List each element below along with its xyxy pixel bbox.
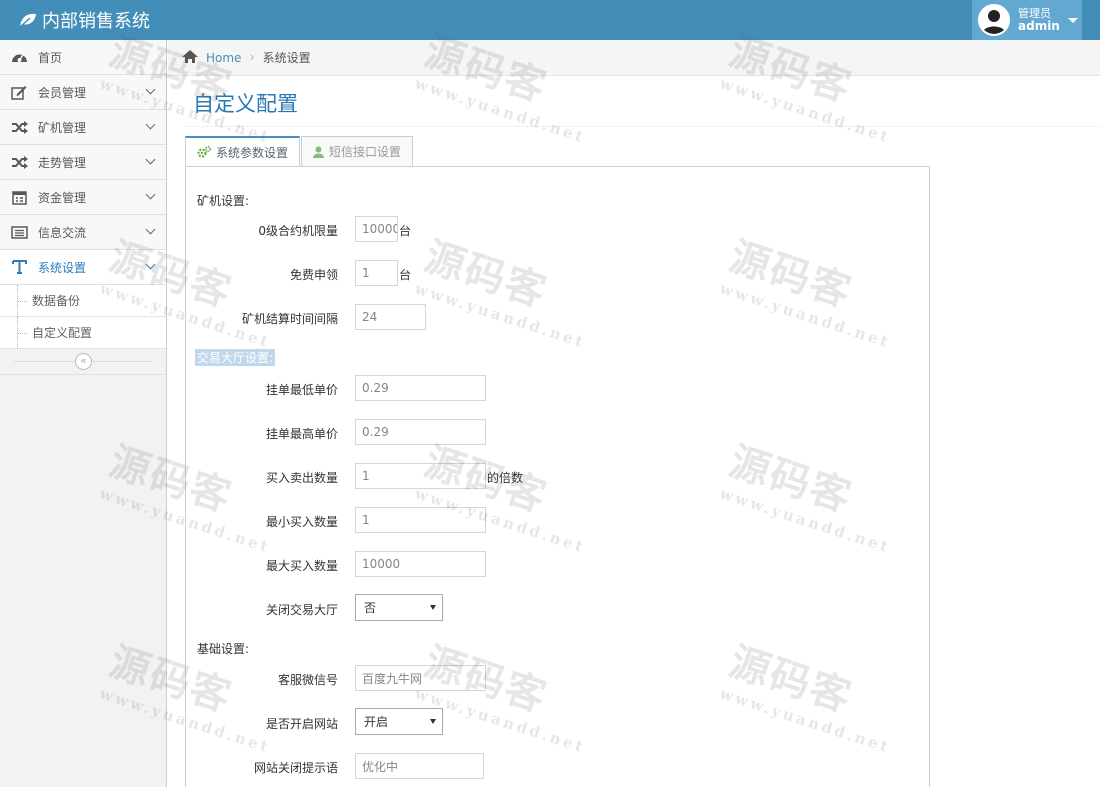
site-open-select-value: 开启 [364, 715, 389, 729]
dropdown-arrow-icon [430, 719, 436, 724]
sidebar-item-label: 首页 [38, 50, 63, 65]
field-label-settle-interval: 矿机结算时间间隔 [241, 312, 338, 326]
chevron-down-icon [145, 119, 156, 130]
dashboard-icon [10, 49, 28, 65]
breadcrumb-separator: › [249, 50, 255, 65]
field-label-min-buy: 最小买入数量 [265, 515, 338, 529]
sidebar-subitem-label: 数据备份 [32, 294, 81, 308]
tab-sms-interface[interactable]: 短信接口设置 [301, 136, 414, 167]
chevron-down-icon [145, 84, 156, 95]
cogs-icon [197, 146, 211, 158]
sidebar-subitem-label: 自定义配置 [32, 326, 93, 340]
trade-multiple-unit: 的倍数 [487, 471, 524, 485]
collapse-sidebar-button[interactable]: « [75, 353, 92, 370]
sidebar-subitem-custom-config[interactable]: 自定义配置 [0, 317, 166, 349]
service-wechat-input[interactable]: 百度九牛网 [355, 665, 486, 691]
edit-icon [10, 84, 28, 100]
dropdown-arrow-icon [430, 605, 436, 610]
field-label-min-price: 挂单最低单价 [265, 383, 338, 397]
sidebar-item-members[interactable]: 会员管理 [0, 75, 166, 110]
max-buy-input[interactable]: 10000 [355, 551, 486, 577]
sidebar: 首页 会员管理 矿机管理 走势管理 资金管理 信息交流 系统设置 数据备份 自定… [0, 40, 167, 787]
field-label-free-claim: 免费申领 [289, 268, 338, 282]
sidebar-item-settings[interactable]: 系统设置 [0, 250, 166, 285]
avatar [978, 4, 1010, 36]
section-heading-trade: 交易大厅设置: [195, 349, 276, 366]
settle-interval-input[interactable]: 24 [355, 304, 426, 330]
sidebar-subitem-backup[interactable]: 数据备份 [0, 285, 166, 317]
field-label-level0-limit: 0级合约机限量 [258, 224, 338, 238]
user-name: admin [1018, 19, 1060, 33]
breadcrumb-current: 系统设置 [262, 51, 311, 65]
field-label-max-price: 挂单最高单价 [265, 427, 338, 441]
field-label-max-buy: 最大买入数量 [265, 559, 338, 573]
sidebar-item-label: 会员管理 [38, 85, 87, 100]
leaf-icon [19, 13, 36, 28]
min-buy-input[interactable]: 1 [355, 507, 486, 533]
tab-bar: 系统参数设置 短信接口设置 [185, 136, 414, 167]
page-title: 自定义配置 [193, 92, 298, 116]
user-icon [313, 146, 325, 158]
sidebar-item-trends[interactable]: 走势管理 [0, 145, 166, 180]
section-heading-miner: 矿机设置: [197, 194, 250, 208]
tab-system-params[interactable]: 系统参数设置 [185, 136, 301, 167]
sidebar-collapse-bar: « [0, 349, 166, 375]
sidebar-item-label: 信息交流 [38, 225, 87, 240]
brand[interactable]: 内部销售系统 [18, 7, 150, 33]
user-info: 管理员 admin [1018, 7, 1060, 33]
text-icon [10, 259, 28, 275]
breadcrumb-home-link[interactable]: Home [206, 51, 241, 65]
chevron-down-icon [145, 189, 156, 200]
chevron-down-icon [145, 224, 156, 235]
field-label-close-notice: 网站关闭提示语 [253, 761, 338, 775]
app-title: 内部销售系统 [42, 11, 150, 32]
home-icon [182, 49, 198, 66]
top-navbar: 内部销售系统 管理员 admin [0, 0, 1100, 40]
calendar-icon [10, 189, 28, 205]
level0-limit-input[interactable]: 10000 [355, 216, 398, 242]
free-claim-input[interactable]: 1 [355, 260, 398, 286]
field-label-service-wechat: 客服微信号 [277, 673, 338, 687]
caret-down-icon [1067, 17, 1078, 23]
close-notice-input[interactable]: 优化中 [355, 753, 484, 779]
sidebar-item-label: 资金管理 [38, 190, 87, 205]
tab-label: 系统参数设置 [216, 145, 289, 160]
level0-limit-unit: 台 [399, 224, 412, 238]
trade-multiple-input[interactable]: 1 [355, 463, 486, 489]
sidebar-item-messages[interactable]: 信息交流 [0, 215, 166, 250]
shuffle-icon [10, 154, 28, 170]
list-alt-icon [10, 224, 28, 240]
user-menu[interactable]: 管理员 admin [972, 0, 1082, 40]
user-avatar-icon [980, 6, 1008, 34]
chevron-down-icon [145, 154, 156, 165]
close-hall-select-value: 否 [364, 601, 377, 615]
site-open-select[interactable]: 开启 [355, 708, 443, 735]
sidebar-item-label: 走势管理 [38, 155, 87, 170]
field-label-site-open: 是否开启网站 [265, 717, 338, 731]
section-heading-basic: 基础设置: [197, 642, 250, 656]
tab-label: 短信接口设置 [329, 145, 402, 159]
max-price-input[interactable]: 0.29 [355, 419, 486, 445]
sidebar-item-funds[interactable]: 资金管理 [0, 180, 166, 215]
shuffle-icon [10, 119, 28, 135]
sidebar-item-label: 系统设置 [38, 260, 87, 275]
free-claim-unit: 台 [399, 268, 412, 282]
chevron-down-icon [145, 259, 156, 270]
min-price-input[interactable]: 0.29 [355, 375, 486, 401]
sidebar-submenu: 数据备份 自定义配置 [0, 285, 166, 349]
breadcrumb: Home › 系统设置 [168, 40, 1100, 76]
field-label-trade-multiple: 买入卖出数量 [265, 471, 338, 485]
close-hall-select[interactable]: 否 [355, 594, 443, 621]
field-label-close-hall: 关闭交易大厅 [265, 603, 338, 617]
header-divider [185, 126, 1100, 127]
sidebar-item-miners[interactable]: 矿机管理 [0, 110, 166, 145]
sidebar-item-home[interactable]: 首页 [0, 40, 166, 75]
sidebar-item-label: 矿机管理 [38, 120, 87, 135]
